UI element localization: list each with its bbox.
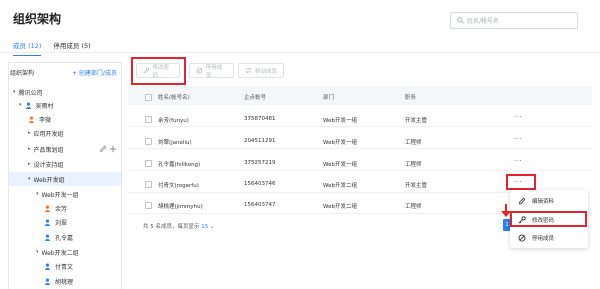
edit-icon[interactable] bbox=[99, 145, 107, 153]
select-all-checkbox[interactable] bbox=[145, 94, 152, 101]
tree-item-dept[interactable]: ▸ 设计支持组 bbox=[28, 158, 64, 170]
tree-item-dept[interactable]: ▾ Web开发一组 bbox=[36, 188, 79, 200]
highlight-box bbox=[510, 211, 587, 227]
row-divider bbox=[128, 148, 592, 149]
expanded-arrow-icon: ▾ bbox=[19, 102, 22, 108]
menu-item-edit-profile[interactable]: 编辑资料 bbox=[518, 197, 554, 205]
member-name: 刘翠(janeliu) bbox=[158, 140, 192, 146]
more-actions-icon[interactable]: ··· bbox=[514, 157, 522, 165]
create-dept-member-link[interactable]: + 创建部门/成员 bbox=[72, 68, 117, 77]
tree-item-dept[interactable]: ▸ 应用开发组 bbox=[28, 127, 64, 139]
expanded-arrow-icon: ▾ bbox=[13, 89, 16, 95]
disable-icon bbox=[518, 234, 526, 242]
member-dept: Web开发一组 bbox=[323, 162, 357, 168]
tree-item-user[interactable]: 刘翠 bbox=[44, 216, 67, 228]
member-title: 工程师 bbox=[405, 140, 422, 146]
tree-item-user[interactable]: 胡桃理 bbox=[44, 275, 73, 287]
row-checkbox[interactable] bbox=[145, 202, 152, 209]
member-dept: Web开发一组 bbox=[323, 118, 357, 124]
column-header-dept[interactable]: 部门 bbox=[323, 93, 334, 101]
row-checkbox[interactable] bbox=[145, 116, 152, 123]
move-member-button[interactable]: 移动成员 bbox=[238, 63, 284, 78]
member-dept: Web开发二组 bbox=[323, 204, 357, 210]
member-account: 156403747 bbox=[244, 202, 276, 208]
user-icon bbox=[44, 218, 51, 226]
tree-item-company[interactable]: ▾ 腾讯公司 bbox=[13, 86, 43, 98]
tree-item-dept[interactable]: ▾ Web开发二组 bbox=[36, 246, 79, 258]
column-header-account[interactable]: 企点帐号 bbox=[244, 93, 266, 101]
tab-disabled-members[interactable]: 停用成员 (5) bbox=[53, 40, 90, 56]
sidebar-header: 组织架构 bbox=[10, 70, 35, 77]
tabs-divider bbox=[0, 52, 600, 53]
row-divider bbox=[128, 170, 592, 171]
column-header-title[interactable]: 职务 bbox=[405, 93, 416, 101]
tree-item-dept[interactable]: ▸ 产品策划组 bbox=[28, 143, 64, 155]
page-title: 组织架构 bbox=[13, 12, 62, 26]
menu-item-disable-member[interactable]: 停用成员 bbox=[518, 234, 554, 242]
row-checkbox[interactable] bbox=[145, 138, 152, 145]
member-title: 开发主管 bbox=[405, 183, 428, 189]
member-title: 开发主管 bbox=[405, 118, 428, 124]
user-icon bbox=[44, 204, 51, 212]
chevron-down-icon[interactable]: ⌄ bbox=[210, 224, 215, 230]
member-name: 胡桃理(jimmyhu) bbox=[158, 204, 203, 210]
disable-member-button[interactable]: 停用成员 bbox=[189, 63, 234, 79]
more-actions-icon[interactable]: ··· bbox=[514, 135, 522, 143]
member-dept: Web开发二组 bbox=[323, 183, 357, 189]
row-checkbox[interactable] bbox=[145, 160, 152, 167]
member-account: 156403746 bbox=[244, 181, 276, 187]
highlight-box bbox=[506, 174, 536, 190]
disable-icon bbox=[196, 67, 203, 74]
member-account: 375870481 bbox=[244, 116, 276, 122]
row-divider bbox=[128, 126, 592, 127]
member-dept: Web开发一组 bbox=[323, 140, 357, 146]
user-icon bbox=[44, 277, 51, 285]
member-name: 付青文(rogerfu) bbox=[158, 183, 199, 189]
collapsed-arrow-icon: ▸ bbox=[28, 146, 31, 152]
tab-members[interactable]: 成员 (12) bbox=[13, 40, 42, 56]
member-count-text: 共 5 名成员，每页显示 bbox=[143, 224, 200, 230]
member-name: 孔令嘉(hillkong) bbox=[158, 162, 201, 168]
tree-item-user[interactable]: 余芳 bbox=[44, 202, 67, 214]
member-tabs: 成员 (12) 停用成员 (5) bbox=[13, 40, 91, 56]
tree-item-user[interactable]: 李微 bbox=[28, 113, 51, 125]
user-icon bbox=[44, 262, 51, 270]
tree-item-user[interactable]: ▾ 吴雨村 bbox=[19, 99, 54, 111]
user-icon bbox=[44, 233, 51, 241]
highlight-box bbox=[131, 57, 186, 85]
search-input[interactable]: 姓名/帐号名 bbox=[450, 12, 578, 29]
pagination-summary: 共 5 名成员，每页显示 15 ⌄ bbox=[143, 222, 215, 230]
swap-icon bbox=[245, 67, 252, 74]
tree-item-user[interactable]: 孔令嘉 bbox=[44, 231, 73, 243]
search-icon bbox=[457, 17, 464, 24]
collapsed-arrow-icon: ▸ bbox=[28, 161, 31, 167]
user-icon bbox=[28, 115, 35, 123]
edit-icon bbox=[519, 197, 526, 205]
member-account: 375257219 bbox=[244, 160, 276, 166]
member-name: 余芳(funyu) bbox=[158, 118, 189, 124]
table-header bbox=[128, 86, 592, 105]
expanded-arrow-icon: ▾ bbox=[28, 176, 31, 182]
add-icon[interactable] bbox=[109, 145, 117, 153]
member-title: 工程师 bbox=[405, 204, 422, 210]
tree-selected-highlight bbox=[9, 172, 121, 186]
expanded-arrow-icon: ▾ bbox=[36, 249, 39, 255]
search-placeholder: 姓名/帐号名 bbox=[467, 18, 500, 25]
more-actions-icon[interactable]: ··· bbox=[514, 113, 522, 121]
tree-item-dept[interactable]: ▾ Web开发组 bbox=[28, 173, 65, 185]
collapsed-arrow-icon: ▸ bbox=[28, 130, 31, 136]
tree-item-user[interactable]: 付青文 bbox=[44, 260, 73, 272]
expanded-arrow-icon: ▾ bbox=[36, 191, 39, 197]
member-title: 工程师 bbox=[405, 162, 422, 168]
member-account: 204511291 bbox=[244, 138, 276, 144]
user-icon bbox=[25, 101, 31, 109]
column-header-name[interactable]: 姓名(帐号名) bbox=[158, 93, 190, 101]
row-checkbox[interactable] bbox=[145, 181, 152, 188]
page-size-select[interactable]: 15 bbox=[201, 224, 208, 230]
